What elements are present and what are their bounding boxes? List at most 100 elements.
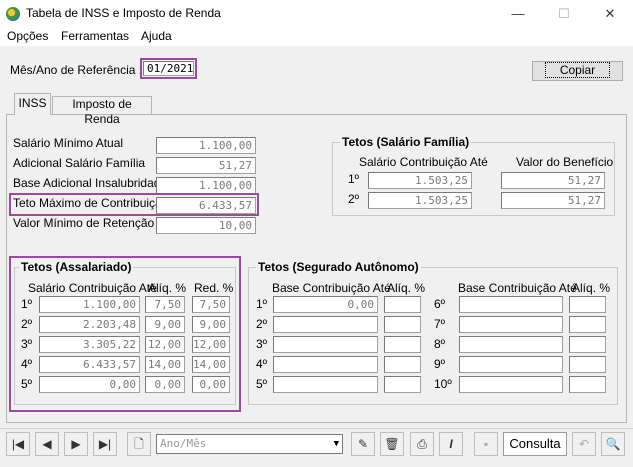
app-icon — [6, 7, 20, 21]
maximize-button[interactable]: ☐ — [541, 0, 587, 28]
auto-aliq-input[interactable] — [569, 356, 606, 373]
auto-aliq-input[interactable] — [384, 356, 421, 373]
familia-valor-input[interactable]: 51,27 — [501, 172, 605, 189]
auto-aliq-input[interactable] — [569, 336, 606, 353]
auto-base-input[interactable] — [273, 316, 378, 333]
inss-field-label: Base Adicional Insalubridade — [13, 176, 168, 190]
inss-field-label: Adicional Salário Família — [13, 156, 146, 170]
auto-row-number: 10º — [434, 377, 452, 391]
search-icon[interactable]: 🔍 — [601, 432, 625, 456]
assal-red-input[interactable]: 14,00 — [192, 356, 230, 373]
tab-imposto-renda[interactable]: Imposto de Renda — [52, 96, 152, 126]
group-autonomo-title: Tetos (Segurado Autônomo) — [256, 260, 421, 274]
assal-aliq-input[interactable]: 12,00 — [145, 336, 185, 353]
auto-aliq-input[interactable] — [384, 316, 421, 333]
assal-base-input[interactable]: 6.433,57 — [39, 356, 140, 373]
assal-base-input[interactable]: 1.100,00 — [39, 296, 140, 313]
inss-field-input[interactable]: 10,00 — [156, 217, 256, 234]
assal-row-number: 5º — [21, 377, 33, 391]
auto-row-number: 4º — [256, 357, 268, 371]
auto-base-input[interactable] — [459, 316, 563, 333]
auto-col-base-right: Base Contribuição Até — [458, 281, 577, 295]
assal-col-base: Salário Contribuição Até — [28, 281, 157, 295]
assal-aliq-input[interactable]: 9,00 — [145, 316, 185, 333]
auto-aliq-input[interactable] — [569, 376, 606, 393]
auto-row-number: 8º — [434, 337, 446, 351]
auto-aliq-input[interactable] — [569, 316, 606, 333]
familia-base-input[interactable]: 1.503,25 — [368, 192, 472, 209]
assal-aliq-input[interactable]: 0,00 — [145, 376, 185, 393]
assal-red-input[interactable]: 0,00 — [192, 376, 230, 393]
assal-base-input[interactable]: 2.203,48 — [39, 316, 140, 333]
mode-status: Consulta — [503, 432, 567, 456]
auto-base-input[interactable] — [459, 336, 563, 353]
auto-base-input[interactable] — [459, 376, 563, 393]
ref-label: Mês/Ano de Referência : — [10, 63, 143, 77]
ano-mes-combo[interactable]: Ano/Mês ▼ — [156, 434, 343, 454]
print-icon[interactable]: ⎙ — [410, 432, 434, 456]
menu-ferramentas[interactable]: Ferramentas — [61, 29, 129, 43]
auto-col-aliq-right: Alíq. % — [572, 281, 611, 295]
auto-row-number: 7º — [434, 317, 446, 331]
ref-input[interactable]: 01/2021 — [143, 61, 194, 76]
auto-row-number: 6º — [434, 297, 446, 311]
assal-red-input[interactable]: 7,50 — [192, 296, 230, 313]
assal-base-input[interactable]: 3.305,22 — [39, 336, 140, 353]
undo-icon[interactable]: ↶ — [572, 432, 596, 456]
prev-record-icon[interactable]: ◀ — [35, 432, 59, 456]
tab-inss-label: INSS — [18, 96, 47, 110]
ano-mes-combo-text: Ano/Mês — [160, 437, 207, 450]
assal-aliq-input[interactable]: 7,50 — [145, 296, 185, 313]
auto-aliq-input[interactable] — [384, 296, 421, 313]
auto-base-input[interactable] — [273, 356, 378, 373]
inss-field-input[interactable]: 1.100,00 — [156, 177, 256, 194]
menu-opcoes[interactable]: Opções — [7, 29, 48, 43]
close-button[interactable]: ✕ — [587, 0, 633, 28]
last-record-icon[interactable]: ▶| — [93, 432, 117, 456]
assal-base-input[interactable]: 0,00 — [39, 376, 140, 393]
copy-button[interactable]: Copiar — [532, 61, 623, 81]
save-icon[interactable]: ▪ — [474, 432, 498, 456]
auto-aliq-input[interactable] — [384, 336, 421, 353]
delete-icon[interactable]: 🗑 — [380, 432, 404, 456]
auto-base-input[interactable] — [273, 376, 378, 393]
assal-row-number: 1º — [21, 297, 33, 311]
familia-col-valor: Valor do Benefício — [516, 155, 614, 169]
assal-row-number: 2º — [21, 317, 33, 331]
teto-maximo-highlight — [9, 193, 259, 216]
auto-base-input[interactable] — [459, 296, 563, 313]
auto-aliq-input[interactable] — [384, 376, 421, 393]
next-record-icon[interactable]: ▶ — [64, 432, 88, 456]
window-title: Tabela de INSS e Imposto de Renda — [26, 6, 221, 20]
assal-row-number: 4º — [21, 357, 33, 371]
auto-row-number: 9º — [434, 357, 446, 371]
minimize-button[interactable]: — — [495, 0, 541, 28]
auto-col-base-left: Base Contribuição Até — [272, 281, 391, 295]
inss-field-input[interactable]: 1.100,00 — [156, 137, 256, 154]
familia-row-number: 2º — [348, 192, 360, 206]
first-record-icon[interactable]: |◀ — [6, 432, 30, 456]
familia-valor-input[interactable]: 51,27 — [501, 192, 605, 209]
menu-ajuda[interactable]: Ajuda — [141, 29, 172, 43]
assal-red-input[interactable]: 12,00 — [192, 336, 230, 353]
new-document-icon[interactable]: 🗋 — [127, 432, 151, 456]
italic-icon[interactable]: I — [439, 432, 463, 456]
auto-row-number: 5º — [256, 377, 268, 391]
inss-field-label: Valor Mínimo de Retenção — [13, 216, 155, 230]
group-salario-familia-title: Tetos (Salário Família) — [340, 135, 472, 149]
assal-aliq-input[interactable]: 14,00 — [145, 356, 185, 373]
edit-icon[interactable]: ✎ — [351, 432, 375, 456]
assal-col-aliq: Alíq. % — [148, 281, 187, 295]
tab-inss[interactable]: INSS — [14, 93, 51, 115]
assal-red-input[interactable]: 9,00 — [192, 316, 230, 333]
inss-field-input[interactable]: 51,27 — [156, 157, 256, 174]
auto-aliq-input[interactable] — [569, 296, 606, 313]
familia-base-input[interactable]: 1.503,25 — [368, 172, 472, 189]
auto-base-input[interactable] — [273, 336, 378, 353]
familia-col-base: Salário Contribuição Até — [359, 155, 488, 169]
auto-base-input[interactable]: 0,00 — [273, 296, 378, 313]
inss-field-label: Salário Mínimo Atual — [13, 136, 124, 150]
auto-base-input[interactable] — [459, 356, 563, 373]
assal-col-red: Red. % — [194, 281, 234, 295]
chevron-down-icon: ▼ — [333, 439, 339, 449]
